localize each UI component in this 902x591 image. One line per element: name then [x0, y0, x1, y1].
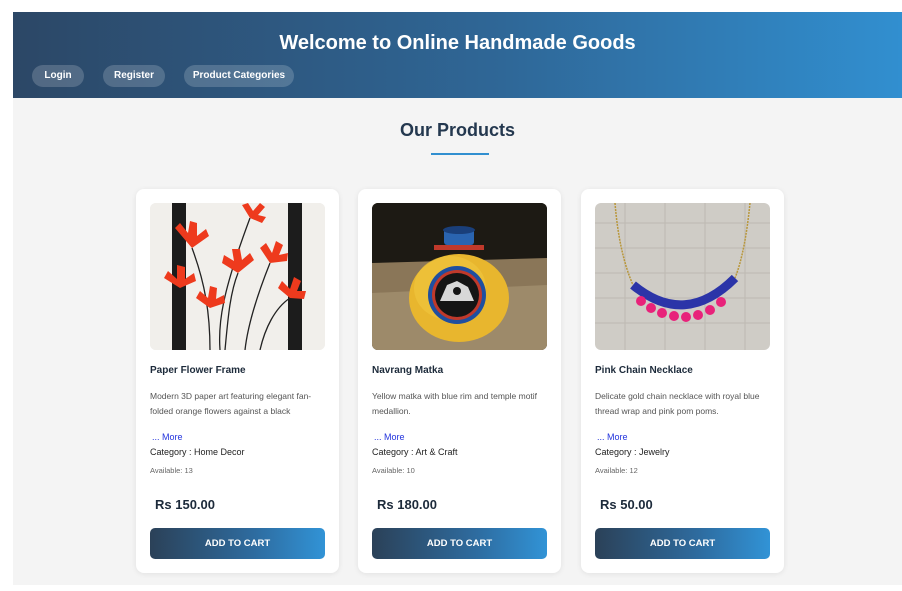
- product-name[interactable]: Pink Chain Necklace: [595, 365, 693, 376]
- register-button[interactable]: Register: [103, 65, 165, 87]
- add-to-cart-button[interactable]: ADD TO CART: [150, 528, 325, 559]
- product-category: Category : Home Decor: [150, 447, 245, 457]
- product-image[interactable]: [372, 203, 547, 350]
- product-categories-button[interactable]: Product Categories: [184, 65, 294, 87]
- title-underline: [431, 153, 489, 155]
- product-image[interactable]: [595, 203, 770, 350]
- product-description: Modern 3D paper art featuring elegant fa…: [150, 391, 312, 416]
- product-image[interactable]: [150, 203, 325, 350]
- product-availability: Available: 13: [150, 466, 193, 475]
- product-availability: Available: 10: [372, 466, 415, 475]
- more-link[interactable]: ... More: [152, 432, 183, 442]
- pink-chain-necklace-image: [595, 203, 770, 350]
- product-category: Category : Art & Craft: [372, 447, 458, 457]
- site-header: Welcome to Online Handmade Goods Login R…: [13, 12, 902, 98]
- product-name[interactable]: Navrang Matka: [372, 365, 443, 376]
- product-description: Delicate gold chain necklace with royal …: [595, 391, 760, 416]
- paper-flower-frame-image: [150, 203, 325, 350]
- product-category: Category : Jewelry: [595, 447, 670, 457]
- add-to-cart-button[interactable]: ADD TO CART: [372, 528, 547, 559]
- product-price: Rs 180.00: [377, 497, 437, 512]
- product-card: Navrang Matka Yellow matka with blue rim…: [358, 189, 561, 573]
- section-title: Our Products: [399, 120, 515, 140]
- product-availability: Available: 12: [595, 466, 638, 475]
- product-price: Rs 50.00: [600, 497, 653, 512]
- product-price: Rs 150.00: [155, 497, 215, 512]
- product-card: Pink Chain Necklace Delicate gold chain …: [581, 189, 784, 573]
- product-card: Paper Flower Frame Modern 3D paper art f…: [136, 189, 339, 573]
- navrang-matka-image: [372, 203, 547, 350]
- login-button[interactable]: Login: [32, 65, 84, 87]
- add-to-cart-button[interactable]: ADD TO CART: [595, 528, 770, 559]
- more-link[interactable]: ... More: [597, 432, 628, 442]
- site-title: Welcome to Online Handmade Goods: [279, 32, 636, 54]
- page: Welcome to Online Handmade Goods Login R…: [13, 12, 902, 585]
- more-link[interactable]: ... More: [374, 432, 405, 442]
- product-name[interactable]: Paper Flower Frame: [150, 365, 246, 376]
- product-description: Yellow matka with blue rim and temple mo…: [372, 391, 538, 416]
